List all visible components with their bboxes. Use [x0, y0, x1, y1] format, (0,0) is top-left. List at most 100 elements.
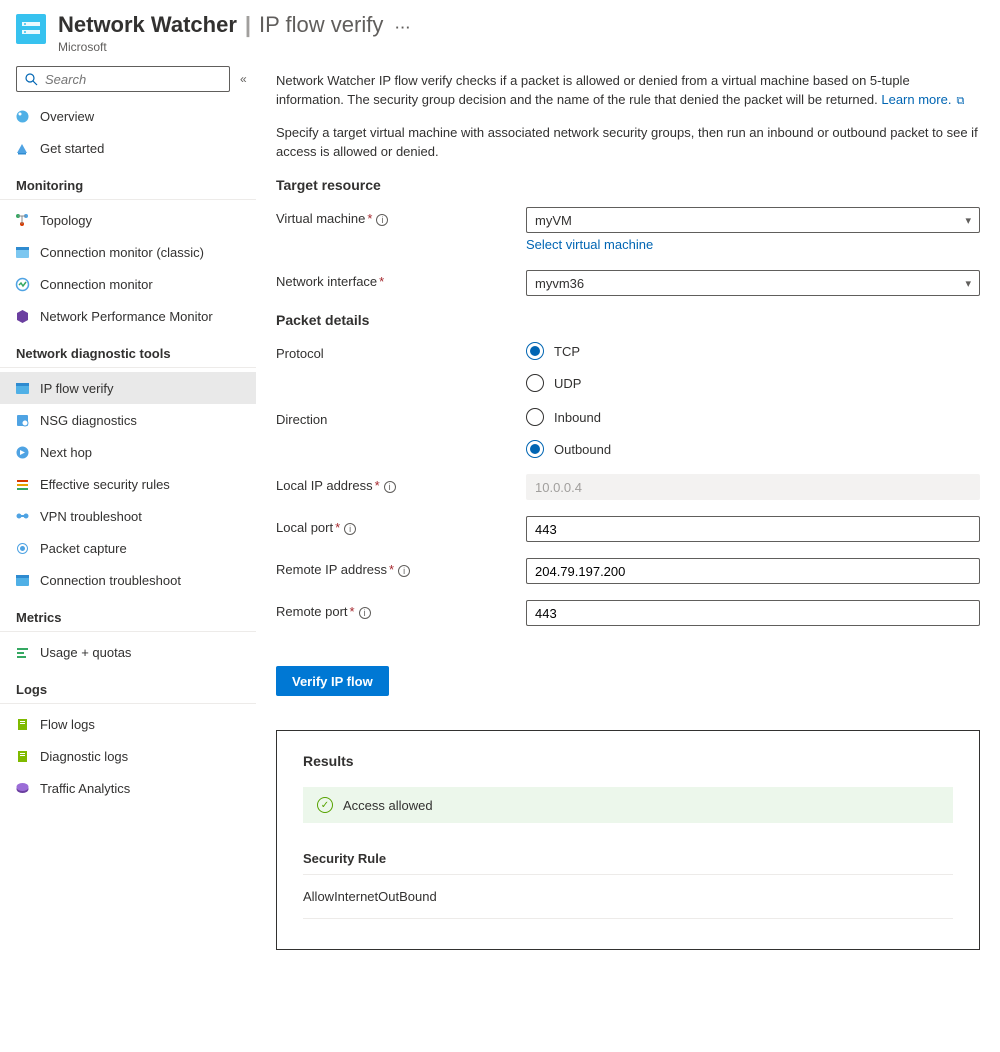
- sidebar-item-get-started[interactable]: Get started: [0, 132, 256, 164]
- ip-flow-verify-icon: [14, 380, 30, 396]
- protocol-tcp-radio[interactable]: TCP: [526, 342, 980, 360]
- sidebar-item-label: Connection monitor (classic): [40, 245, 204, 260]
- sidebar-item-connection-monitor[interactable]: Connection monitor: [0, 268, 256, 300]
- connection-troubleshoot-icon: [14, 572, 30, 588]
- more-actions-icon[interactable]: ···: [395, 20, 411, 35]
- security-rule-name: AllowInternetOutBound: [303, 889, 953, 919]
- local-ip-input: [526, 474, 980, 500]
- sidebar-item-packet-capture[interactable]: Packet capture: [0, 532, 256, 564]
- direction-outbound-radio[interactable]: Outbound: [526, 440, 980, 458]
- sidebar-item-diagnostic-logs[interactable]: Diagnostic logs: [0, 740, 256, 772]
- ni-select[interactable]: myvm36 ▾: [526, 270, 980, 296]
- title-divider: |: [243, 12, 253, 38]
- page-subtitle: IP flow verify: [259, 12, 383, 38]
- sidebar-item-network-performance-monitor[interactable]: Network Performance Monitor: [0, 300, 256, 332]
- sidebar-item-label: Overview: [40, 109, 94, 124]
- local-port-label: Local port*i: [276, 516, 526, 535]
- description-2: Specify a target virtual machine with as…: [276, 124, 980, 162]
- select-vm-link[interactable]: Select virtual machine: [526, 237, 980, 252]
- sidebar-item-effective-security-rules[interactable]: Effective security rules: [0, 468, 256, 500]
- local-ip-label: Local IP address*i: [276, 474, 526, 493]
- info-icon[interactable]: i: [344, 523, 356, 535]
- sidebar-item-next-hop[interactable]: Next hop: [0, 436, 256, 468]
- sidebar-item-usage-quotas[interactable]: Usage + quotas: [0, 636, 256, 668]
- sidebar-item-label: IP flow verify: [40, 381, 113, 396]
- main-pane: Network Watcher IP flow verify checks if…: [256, 62, 1000, 980]
- description-1: Network Watcher IP flow verify checks if…: [276, 72, 980, 110]
- info-icon[interactable]: i: [384, 481, 396, 493]
- chevron-down-icon: ▾: [965, 214, 971, 227]
- remote-port-label: Remote port*i: [276, 600, 526, 619]
- sidebar-item-flow-logs[interactable]: Flow logs: [0, 708, 256, 740]
- sidebar-item-label: NSG diagnostics: [40, 413, 137, 428]
- next-hop-icon: [14, 444, 30, 460]
- usage-quotas-icon: [14, 644, 30, 660]
- nsg-diagnostics-icon: [14, 412, 30, 428]
- sidebar-item-label: Topology: [40, 213, 92, 228]
- connection-monitor-classic--icon: [14, 244, 30, 260]
- page-title: Network Watcher: [58, 12, 237, 38]
- sidebar-item-label: VPN troubleshoot: [40, 509, 142, 524]
- sidebar-item-label: Get started: [40, 141, 104, 156]
- vm-select[interactable]: myVM ▾: [526, 207, 980, 233]
- sidebar-collapse-icon[interactable]: «: [240, 72, 247, 86]
- external-link-icon: ⧉: [953, 95, 964, 107]
- sidebar-group-network-diagnostic-tools: Network diagnostic tools: [0, 338, 256, 368]
- direction-inbound-radio[interactable]: Inbound: [526, 408, 980, 426]
- remote-port-input[interactable]: [526, 600, 980, 626]
- sidebar-item-topology[interactable]: Topology: [0, 204, 256, 236]
- status-text: Access allowed: [343, 798, 433, 813]
- info-icon[interactable]: i: [398, 565, 410, 577]
- check-circle-icon: ✓: [317, 797, 333, 813]
- direction-label: Direction: [276, 408, 526, 427]
- remote-ip-input[interactable]: [526, 558, 980, 584]
- sidebar-item-vpn-troubleshoot[interactable]: VPN troubleshoot: [0, 500, 256, 532]
- sidebar-item-label: Flow logs: [40, 717, 95, 732]
- vendor-label: Microsoft: [58, 40, 411, 54]
- section-packet-details: Packet details: [276, 312, 980, 328]
- protocol-udp-radio[interactable]: UDP: [526, 374, 980, 392]
- sidebar-item-label: Connection troubleshoot: [40, 573, 181, 588]
- sidebar-item-ip-flow-verify[interactable]: IP flow verify: [0, 372, 256, 404]
- packet-capture-icon: [14, 540, 30, 556]
- verify-ip-flow-button[interactable]: Verify IP flow: [276, 666, 389, 696]
- sidebar-item-overview[interactable]: Overview: [0, 100, 256, 132]
- sidebar-item-label: Network Performance Monitor: [40, 309, 213, 324]
- sidebar-item-label: Packet capture: [40, 541, 127, 556]
- info-icon[interactable]: i: [359, 607, 371, 619]
- vpn-troubleshoot-icon: [14, 508, 30, 524]
- page-header: Network Watcher | IP flow verify ··· Mic…: [0, 0, 1000, 62]
- section-target-resource: Target resource: [276, 177, 980, 193]
- sidebar-item-nsg-diagnostics[interactable]: NSG diagnostics: [0, 404, 256, 436]
- chevron-down-icon: ▾: [965, 277, 971, 290]
- info-icon[interactable]: i: [376, 214, 388, 226]
- sidebar-item-connection-monitor-classic-[interactable]: Connection monitor (classic): [0, 236, 256, 268]
- overview-icon: [14, 108, 30, 124]
- search-input[interactable]: [45, 72, 223, 87]
- sidebar-item-connection-troubleshoot[interactable]: Connection troubleshoot: [0, 564, 256, 596]
- learn-more-link[interactable]: Learn more. ⧉: [881, 92, 964, 107]
- effective-security-rules-icon: [14, 476, 30, 492]
- sidebar-item-label: Usage + quotas: [40, 645, 131, 660]
- sidebar-group-logs: Logs: [0, 674, 256, 704]
- sidebar-item-traffic-analytics[interactable]: Traffic Analytics: [0, 772, 256, 804]
- search-input-wrapper[interactable]: [16, 66, 230, 92]
- network-performance-monitor-icon: [14, 308, 30, 324]
- sidebar-item-label: Diagnostic logs: [40, 749, 128, 764]
- flow-logs-icon: [14, 716, 30, 732]
- sidebar: « OverviewGet started MonitoringTopology…: [0, 62, 256, 980]
- status-bar: ✓ Access allowed: [303, 787, 953, 823]
- sidebar-item-label: Connection monitor: [40, 277, 153, 292]
- results-title: Results: [303, 753, 953, 769]
- network-watcher-icon: [16, 14, 46, 44]
- get-started-icon: [14, 140, 30, 156]
- results-panel: Results ✓ Access allowed Security Rule A…: [276, 730, 980, 950]
- connection-monitor-icon: [14, 276, 30, 292]
- local-port-input[interactable]: [526, 516, 980, 542]
- security-rule-heading: Security Rule: [303, 851, 953, 875]
- traffic-analytics-icon: [14, 780, 30, 796]
- sidebar-group-metrics: Metrics: [0, 602, 256, 632]
- diagnostic-logs-icon: [14, 748, 30, 764]
- remote-ip-label: Remote IP address*i: [276, 558, 526, 577]
- topology-icon: [14, 212, 30, 228]
